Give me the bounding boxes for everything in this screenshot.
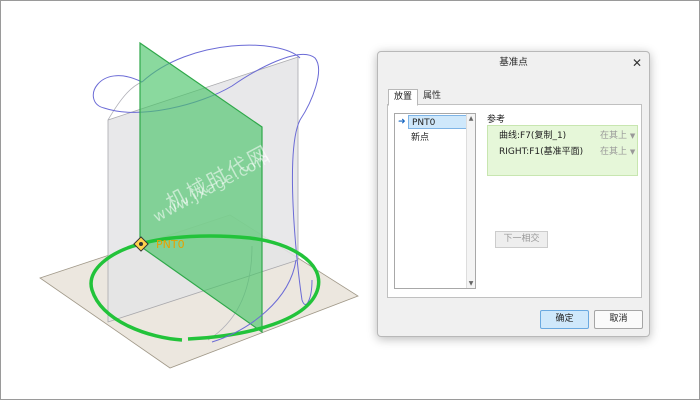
- constraint-dropdown[interactable]: 在其上 ▼: [600, 128, 635, 144]
- scroll-down-icon[interactable]: ▼: [467, 280, 475, 287]
- datum-point-label: PNT0: [156, 238, 185, 251]
- constraint-type: 在其上: [600, 147, 628, 157]
- dialog-titlebar[interactable]: 基准点 ✕: [378, 52, 649, 74]
- list-scrollbar[interactable]: ▲ ▼: [466, 114, 475, 288]
- constraint-type: 在其上: [600, 131, 628, 141]
- reference-name: 曲线:F7(复制_1): [499, 131, 567, 141]
- ok-button[interactable]: 确定: [540, 310, 589, 329]
- caret-down-icon: ▼: [629, 148, 636, 156]
- point-name[interactable]: PNT0: [408, 115, 467, 129]
- reference-row[interactable]: RIGHT:F1(基准平面) 在其上 ▼: [488, 144, 637, 160]
- reference-name: RIGHT:F1(基准平面): [499, 147, 584, 157]
- placement-panel: ➜ PNT0 新点 ▲ ▼ 参考 曲线:F7(复制_1) 在其上 ▼ RIGHT…: [387, 104, 642, 298]
- next-intersection-button[interactable]: 下一相交: [495, 231, 548, 248]
- references-label: 参考: [487, 115, 506, 125]
- caret-down-icon: ▼: [629, 132, 636, 140]
- point-list: ➜ PNT0 新点 ▲ ▼: [394, 113, 476, 289]
- arrow-right-icon: ➜: [398, 117, 406, 127]
- constraint-dropdown[interactable]: 在其上 ▼: [600, 144, 635, 160]
- close-icon[interactable]: ✕: [632, 52, 642, 74]
- scroll-up-icon[interactable]: ▲: [467, 115, 475, 122]
- tab-placement[interactable]: 放置: [388, 89, 418, 106]
- dialog-title: 基准点: [499, 57, 528, 68]
- datum-point-dialog: 基准点 ✕ 放置 属性 ➜ PNT0 新点 ▲ ▼ 参考 曲线:F7(复制_1)…: [377, 51, 650, 337]
- tab-properties[interactable]: 属性: [419, 89, 445, 104]
- reference-row[interactable]: 曲线:F7(复制_1) 在其上 ▼: [488, 128, 637, 144]
- cancel-button[interactable]: 取消: [594, 310, 643, 329]
- list-item-pnt0[interactable]: ➜ PNT0: [396, 115, 467, 129]
- references-collector[interactable]: 曲线:F7(复制_1) 在其上 ▼ RIGHT:F1(基准平面) 在其上 ▼: [487, 125, 638, 176]
- list-item-new-point[interactable]: 新点: [411, 131, 429, 145]
